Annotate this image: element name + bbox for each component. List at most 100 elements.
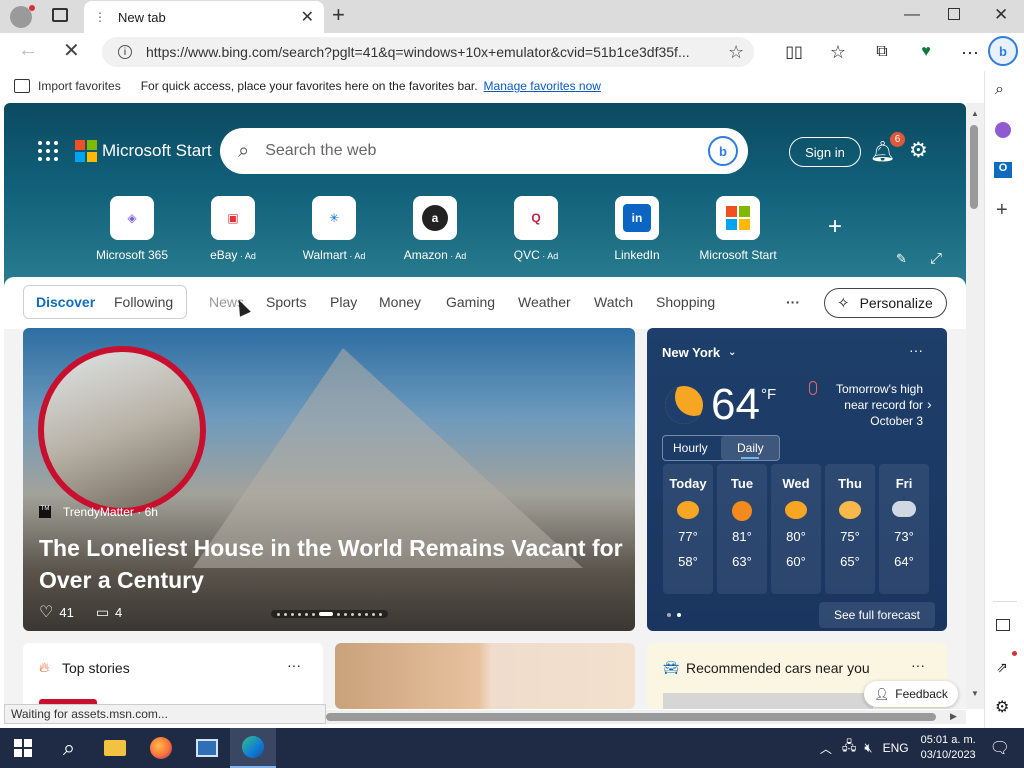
story-source[interactable]: TrendyMatter · 6h — [63, 505, 158, 519]
quicklink-qvc[interactable]: Q QVC · Ad — [491, 196, 581, 262]
virtualbox-icon[interactable] — [184, 728, 230, 768]
forecast-day[interactable]: Today 77° 58° — [663, 464, 713, 594]
file-explorer-icon[interactable] — [92, 728, 138, 768]
bing-chat-icon[interactable]: b — [708, 136, 738, 166]
quicklink-walmart[interactable]: ✳ Walmart · Ad — [289, 196, 379, 262]
new-tab-icon[interactable]: + — [332, 2, 345, 28]
tab-actions-icon[interactable] — [52, 8, 68, 22]
tab-daily[interactable]: Daily — [737, 441, 764, 455]
add-quicklink-icon[interactable]: + — [828, 213, 842, 241]
copilot-icon[interactable]: b — [988, 36, 1018, 66]
settings-more-icon[interactable]: ··· — [948, 42, 992, 63]
edge-icon[interactable] — [230, 728, 276, 768]
chevron-right-icon[interactable]: › — [927, 396, 932, 412]
url-text[interactable]: https://www.bing.com/search?pglt=41&q=wi… — [146, 44, 714, 60]
clock[interactable]: 05:01 a. m. 03/10/2023 — [921, 733, 976, 763]
sign-in-button[interactable]: Sign in — [789, 137, 861, 167]
forecast-day[interactable]: Fri 73° 64° — [879, 464, 929, 594]
tab-watch[interactable]: Watch — [594, 294, 633, 310]
search-icon[interactable]: ⌕ — [46, 728, 92, 768]
temperature-unit[interactable]: °F — [761, 386, 776, 403]
more-options-icon[interactable]: ··· — [287, 657, 301, 673]
tab-money[interactable]: Money — [379, 294, 421, 310]
quicklink-ebay[interactable]: ▣ eBay · Ad — [188, 196, 278, 262]
collections-icon[interactable]: ⧉ — [860, 43, 904, 61]
notifications-center-icon[interactable]: 🗨︎ — [990, 738, 1010, 758]
app-launcher-icon[interactable] — [38, 141, 58, 161]
microsoft-logo-icon[interactable] — [75, 140, 97, 162]
sidebar-settings-icon[interactable]: ⚙ — [995, 697, 1009, 717]
firefox-icon[interactable] — [138, 728, 184, 768]
quicklink-microsoft-start[interactable]: Microsoft Start — [693, 196, 783, 262]
personalize-button[interactable]: ✧ Personalize — [824, 288, 947, 318]
horizontal-scroll-thumb[interactable] — [326, 713, 936, 721]
edit-background-icon[interactable]: ✎ — [896, 251, 907, 267]
hide-sidebar-icon[interactable] — [996, 619, 1010, 631]
quicklink-amazon[interactable]: a Amazon · Ad — [390, 196, 480, 262]
outlook-icon[interactable]: O — [994, 162, 1012, 178]
volume-muted-icon[interactable]: 🔇︎ — [864, 740, 872, 756]
feedback-button[interactable]: 👤︎ Feedback — [864, 681, 958, 707]
site-info-icon[interactable]: i — [118, 45, 132, 59]
split-screen-icon[interactable]: ▯▯ — [772, 42, 816, 62]
recommended-cars-title[interactable]: Recommended cars near you — [686, 660, 870, 676]
more-options-icon[interactable]: ··· — [911, 657, 925, 673]
restore-icon[interactable] — [948, 8, 960, 20]
vertical-scrollbar[interactable]: ▲ ▼ — [966, 103, 984, 709]
like-icon[interactable]: ♡ — [39, 602, 53, 622]
carousel-indicator[interactable] — [271, 610, 388, 618]
address-bar[interactable]: i https://www.bing.com/search?pglt=41&q=… — [102, 37, 754, 67]
manage-favorites-link[interactable]: Manage favorites now — [484, 79, 601, 93]
brand-title[interactable]: Microsoft Start — [102, 141, 212, 161]
forecast-day[interactable]: Thu 75° 65° — [825, 464, 875, 594]
tab-weather[interactable]: Weather — [518, 294, 571, 310]
import-favorites-icon[interactable] — [14, 79, 30, 93]
hero-story-card[interactable]: TM TrendyMatter · 6h The Loneliest House… — [23, 328, 635, 631]
forecast-day[interactable]: Tue 81° 63° — [717, 464, 767, 594]
tab-sports[interactable]: Sports — [266, 294, 306, 310]
external-link-icon[interactable]: ⇗ — [996, 659, 1008, 676]
search-icon[interactable]: ⌕ — [995, 81, 1004, 99]
comment-icon[interactable]: ▭ — [96, 604, 109, 621]
top-stories-title[interactable]: Top stories — [62, 660, 130, 676]
weather-card[interactable]: New York ⌄ ··· 64 °F Tomorrow's high nea… — [647, 328, 947, 631]
tab-following[interactable]: Following — [114, 294, 173, 310]
tab-hourly[interactable]: Hourly — [673, 441, 708, 455]
tab-gaming[interactable]: Gaming — [446, 294, 495, 310]
add-sidebar-app-icon[interactable]: + — [996, 199, 1008, 222]
favorites-icon[interactable]: ☆ — [816, 42, 860, 63]
settings-icon[interactable]: ⚙ — [909, 138, 928, 163]
scroll-right-icon[interactable]: ▶ — [950, 711, 957, 722]
scroll-up-icon[interactable]: ▲ — [971, 109, 979, 118]
weather-more-icon[interactable]: ··· — [909, 342, 923, 358]
microsoft365-icon[interactable] — [995, 122, 1011, 138]
quicklink-linkedin[interactable]: in LinkedIn — [592, 196, 682, 262]
horizontal-scrollbar[interactable]: ▶ — [326, 710, 966, 724]
story-headline[interactable]: The Loneliest House in the World Remains… — [39, 532, 629, 596]
quicklink-microsoft365[interactable]: ◈ Microsoft 365 — [87, 196, 177, 262]
forecast-day[interactable]: Wed 80° 60° — [771, 464, 821, 594]
weather-alert[interactable]: Tomorrow's high near record for October … — [823, 381, 923, 429]
tab-shopping[interactable]: Shopping — [656, 294, 715, 310]
language-indicator[interactable]: ENG — [883, 741, 909, 755]
expand-icon[interactable]: ⤢ — [930, 250, 942, 267]
weather-pager[interactable] — [667, 613, 681, 617]
scroll-down-icon[interactable]: ▼ — [971, 689, 979, 698]
minimize-icon[interactable]: — — [904, 6, 920, 24]
show-hidden-icons-icon[interactable]: ︿ — [820, 740, 832, 757]
see-full-forecast-button[interactable]: See full forecast — [819, 602, 935, 628]
favorite-star-icon[interactable]: ☆ — [728, 42, 744, 63]
network-icon[interactable]: 🖧︎ — [842, 737, 857, 759]
more-tabs-button[interactable]: ··· — [786, 294, 800, 310]
close-window-icon[interactable]: ✕ — [994, 5, 1008, 25]
tab-new-tab[interactable]: ⋮ New tab ✕ — [84, 1, 324, 33]
browser-essentials-icon[interactable]: ♥ — [904, 43, 948, 61]
vertical-scroll-thumb[interactable] — [970, 125, 978, 209]
close-tab-icon[interactable]: ✕ — [301, 7, 314, 27]
search-input[interactable]: Search the web — [265, 142, 708, 160]
tab-play[interactable]: Play — [330, 294, 357, 310]
import-favorites-link[interactable]: Import favorites — [38, 79, 121, 93]
tab-discover[interactable]: Discover — [36, 294, 95, 310]
start-button[interactable] — [0, 728, 46, 768]
image-story-card[interactable] — [335, 643, 635, 709]
